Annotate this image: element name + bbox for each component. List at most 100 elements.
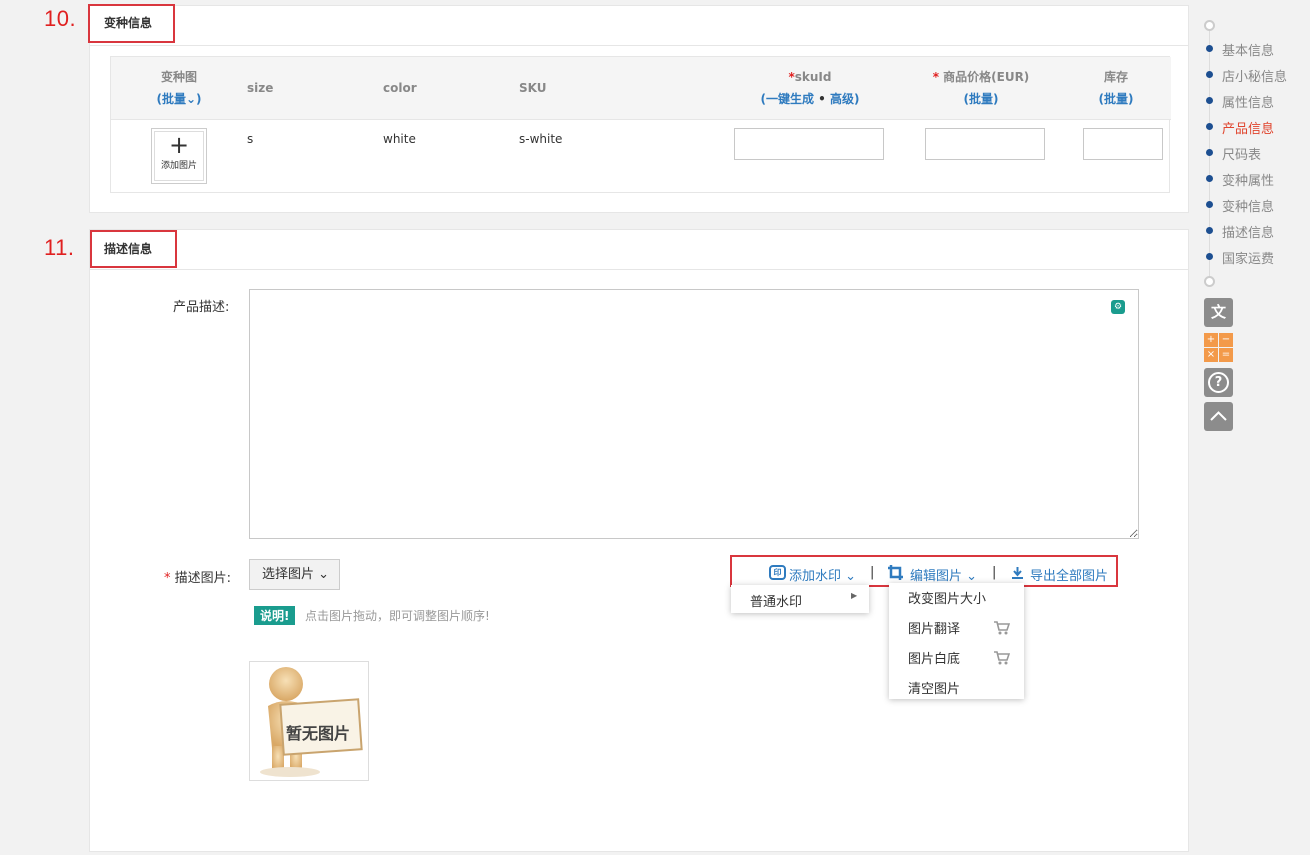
add-watermark-button[interactable]: 添加水印 ⌄ (789, 565, 856, 584)
stock-input[interactable] (1083, 127, 1163, 160)
skuid-advanced-link[interactable]: 高级 (830, 92, 854, 106)
placeholder-image-text: 暂无图片 (286, 724, 351, 743)
chevron-down-icon: ⌄ (966, 569, 978, 584)
col-skuid-actions: (一键生成 • 高级) (719, 88, 901, 110)
paren: ) (196, 91, 202, 106)
menu-item-white-background[interactable]: 图片白底 (908, 648, 960, 667)
menu-item-normal-watermark[interactable]: 普通水印 (750, 591, 802, 610)
toolbar-separator: | (870, 565, 875, 580)
paren: ) (1128, 91, 1134, 106)
nav-dot (1206, 45, 1213, 52)
chevron-up-icon (1210, 411, 1227, 421)
menu-item-resize[interactable]: 改变图片大小 (908, 588, 986, 607)
no-image-placeholder[interactable]: 暂无图片 (249, 661, 369, 781)
chevron-down-icon: ⌄ (845, 569, 857, 584)
nav-dot (1206, 201, 1213, 208)
edit-image-menu: 改变图片大小 图片翻译 图片白底 清空图片 (889, 583, 1024, 699)
annotation-number-11: 11. (44, 235, 75, 260)
add-image-inner: + 添加图片 (154, 130, 204, 181)
export-all-images-button[interactable]: 导出全部图片 (1030, 565, 1108, 584)
calculator-button[interactable]: + − × = (1204, 333, 1233, 362)
col-price-batch: (批量) (901, 88, 1061, 110)
price-input[interactable] (925, 127, 1045, 160)
download-icon (1012, 567, 1023, 579)
variants-table-wrap: 变种图 (批量⌄) size color SKU *skuId (一键生成 • … (110, 56, 1171, 193)
col-skuid-text: skuId (794, 69, 832, 84)
nav-dot (1206, 175, 1213, 182)
required-star: * (164, 571, 175, 586)
col-size: size (247, 57, 383, 120)
col-stock: 库存 (批量) (1061, 57, 1171, 120)
side-nav-dxm-info[interactable]: 店小秘信息 (1222, 66, 1287, 85)
calculator-icon: + (1204, 333, 1218, 347)
side-nav-variant-info[interactable]: 变种信息 (1222, 196, 1274, 215)
skuid-generate-link[interactable]: 一键生成 (766, 92, 814, 106)
add-watermark-label: 添加水印 (789, 569, 842, 584)
col-variant-image-label: 变种图 (160, 69, 197, 84)
side-nav-product-info[interactable]: 产品信息 (1222, 118, 1274, 137)
question-icon: ? (1208, 372, 1229, 393)
paren: ) (854, 91, 860, 106)
watermark-menu: 普通水印 ▶ (731, 585, 869, 613)
menu-item-clear-images[interactable]: 清空图片 (908, 678, 960, 697)
note-badge: 说明! (254, 606, 296, 625)
col-variant-image-batch: (批量⌄) (111, 88, 247, 110)
variants-card: 变种信息 变种图 (批量⌄) size color SKU *skuId (一键… (89, 5, 1189, 213)
desc-images-label-text: 描述图片: (174, 571, 232, 586)
col-stock-label: 库存 (1103, 69, 1128, 84)
variant-image-cell: + 添加图片 (111, 119, 247, 191)
side-nav-basic-info[interactable]: 基本信息 (1222, 40, 1274, 59)
chevron-down-icon[interactable]: ⌄ (186, 92, 196, 106)
color-cell: white (383, 131, 416, 146)
skuid-input[interactable] (734, 127, 884, 160)
required-star: * (932, 69, 944, 84)
caret-right-icon: ▶ (851, 591, 858, 600)
price-batch-link[interactable]: 批量 (969, 92, 993, 106)
translate-button[interactable]: 文 (1204, 298, 1233, 327)
select-images-button[interactable]: 选择图片 ⌄ (249, 559, 340, 590)
nav-dot (1206, 71, 1213, 78)
note-text: 点击图片拖动，即可调整图片顺序! (305, 609, 490, 623)
skuid-cell (719, 119, 901, 191)
col-price-label: * 商品价格(EUR) (901, 66, 1061, 88)
watermark-icon: 印 (769, 565, 786, 580)
help-button[interactable]: ? (1204, 368, 1233, 397)
toolbar-separator: | (992, 565, 997, 580)
annotation-box-description (90, 230, 177, 268)
side-nav-end-ring (1204, 276, 1215, 287)
menu-item-translate[interactable]: 图片翻译 (908, 618, 960, 637)
side-nav-attribute-info[interactable]: 属性信息 (1222, 92, 1274, 111)
annotation-box-variants (88, 4, 175, 43)
product-desc-textarea[interactable] (249, 289, 1139, 539)
nav-dot (1206, 149, 1213, 156)
col-skuid-label: *skuId (719, 66, 901, 88)
stock-batch-link[interactable]: 批量 (1104, 92, 1128, 106)
variants-table-header: 变种图 (批量⌄) size color SKU *skuId (一键生成 • … (111, 57, 1171, 120)
side-nav-description-info[interactable]: 描述信息 (1222, 222, 1274, 241)
calculator-icon: = (1219, 348, 1233, 362)
image-batch-link[interactable]: 批量 (162, 92, 186, 106)
side-nav-size-chart[interactable]: 尺码表 (1222, 144, 1261, 163)
side-nav-variant-attributes[interactable]: 变种属性 (1222, 170, 1274, 189)
stock-cell (1061, 119, 1171, 191)
col-variant-image: 变种图 (批量⌄) (111, 57, 247, 120)
back-to-top-button[interactable] (1204, 402, 1233, 431)
dot-separator: • (813, 91, 831, 106)
chevron-down-icon: ⌄ (318, 567, 330, 582)
description-card-header: 描述信息 (90, 230, 1188, 270)
calculator-icon: − (1219, 333, 1233, 347)
col-sku: SKU (519, 57, 719, 120)
col-price-text: 商品价格(EUR) (943, 69, 1030, 84)
crop-icon (888, 565, 903, 580)
translate-icon: 文 (1210, 303, 1226, 321)
size-cell: s (247, 131, 254, 146)
calculator-icon: × (1204, 348, 1218, 362)
product-desc-label: 产品描述: (173, 300, 230, 315)
add-image-button[interactable]: + 添加图片 (151, 127, 207, 184)
ai-assistant-icon[interactable]: ⚙ (1111, 300, 1125, 314)
add-image-label: 添加图片 (160, 160, 197, 171)
edit-image-button[interactable]: 编辑图片 ⌄ (910, 565, 977, 584)
side-nav-shipping-fees[interactable]: 国家运费 (1222, 248, 1274, 267)
price-cell (901, 119, 1061, 191)
col-price: * 商品价格(EUR) (批量) (901, 57, 1061, 120)
